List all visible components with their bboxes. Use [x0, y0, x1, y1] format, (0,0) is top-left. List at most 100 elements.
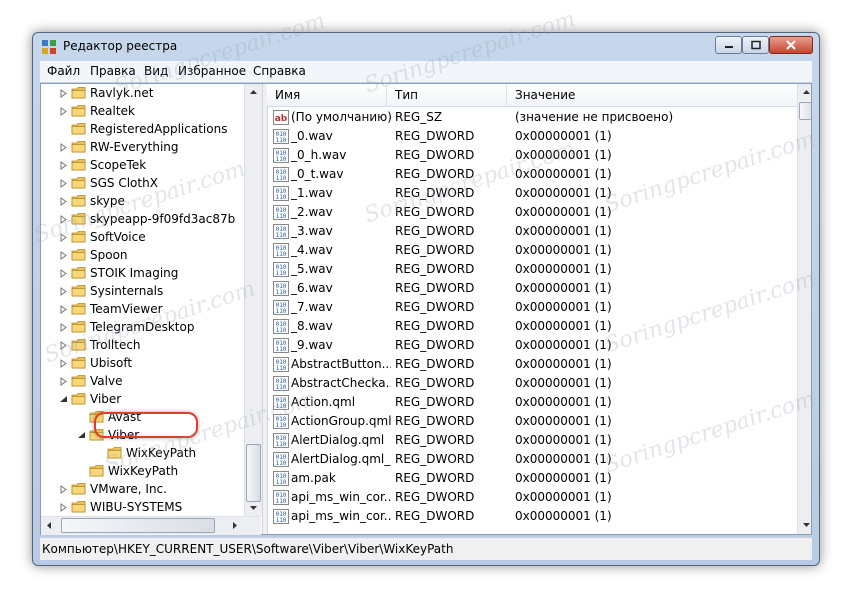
close-button[interactable]: [769, 36, 813, 54]
tree-horizontal-scrollbar[interactable]: [41, 516, 261, 535]
expand-arrow-right-icon[interactable]: [59, 269, 68, 278]
expand-arrow-right-icon[interactable]: [59, 287, 68, 296]
expand-arrow-down-icon[interactable]: [77, 431, 86, 440]
tree-horizontal-scroll-thumb[interactable]: [61, 518, 215, 533]
tree-item[interactable]: WixKeyPath: [41, 445, 246, 463]
column-header-name[interactable]: Имя: [267, 84, 387, 106]
expand-arrow-right-icon[interactable]: [59, 503, 68, 512]
value-row[interactable]: 010 110 AbstractButton.... REG_DWORD 0x00000…: [267, 355, 797, 374]
title-bar[interactable]: Редактор реестра: [33, 33, 819, 61]
tree-item[interactable]: SGS ClothX: [41, 175, 246, 193]
tree-item[interactable]: skypeapp-9f09fd3ac87b: [41, 211, 246, 229]
scroll-right-icon[interactable]: [226, 517, 243, 534]
value-row[interactable]: 010 110 AlertDialog.qml REG_DWORD 0x00000001…: [267, 431, 797, 450]
tree-item[interactable]: Sysinternals: [41, 283, 246, 301]
minimize-button[interactable]: [715, 36, 742, 54]
expand-arrow-right-icon[interactable]: [59, 215, 68, 224]
expand-arrow-right-icon[interactable]: [59, 341, 68, 350]
menu-view[interactable]: Вид: [144, 64, 168, 78]
client-area: Ravlyk.net Realtek RegisteredApplications R…: [40, 83, 812, 535]
values-vertical-scrollbar[interactable]: [797, 84, 811, 534]
tree-item[interactable]: Ubisoft: [41, 355, 246, 373]
value-row[interactable]: 010 110 am.pak REG_DWORD 0x00000001 (1): [267, 469, 797, 488]
tree-item[interactable]: Ravlyk.net: [41, 85, 246, 103]
expand-arrow-right-icon[interactable]: [59, 485, 68, 494]
tree-item[interactable]: skype: [41, 193, 246, 211]
expand-arrow-right-icon[interactable]: [59, 233, 68, 242]
expand-arrow-right-icon[interactable]: [59, 179, 68, 188]
value-row[interactable]: 010 110 _4.wav REG_DWORD 0x00000001 (1): [267, 241, 797, 260]
tree-item[interactable]: TelegramDesktop: [41, 319, 246, 337]
expand-arrow-right-icon[interactable]: [59, 305, 68, 314]
value-row[interactable]: 010 110 _0_t.wav REG_DWORD 0x00000001 (1): [267, 165, 797, 184]
menu-file[interactable]: Файл: [47, 64, 80, 78]
expand-arrow-down-icon[interactable]: [59, 395, 68, 404]
value-name: AbstractCheckа...: [291, 376, 391, 390]
tree-item[interactable]: Trolltech: [41, 337, 246, 355]
expand-arrow-right-icon[interactable]: [59, 161, 68, 170]
svg-text:110: 110: [276, 498, 287, 505]
tree-item[interactable]: SoftVoice: [41, 229, 246, 247]
value-row[interactable]: 010 110 api_ms_win_cor... REG_DWORD 0x000000…: [267, 507, 797, 526]
column-header-type[interactable]: Тип: [387, 84, 507, 106]
svg-text:110: 110: [276, 441, 287, 448]
expand-arrow-right-icon[interactable]: [59, 251, 68, 260]
expand-arrow-right-icon[interactable]: [59, 323, 68, 332]
value-row[interactable]: 010 110 _9.wav REG_DWORD 0x00000001 (1): [267, 336, 797, 355]
tree-item[interactable]: Spoon: [41, 247, 246, 265]
expand-arrow-right-icon[interactable]: [59, 377, 68, 386]
registry-key-tree[interactable]: Ravlyk.net Realtek RegisteredApplications R…: [41, 84, 262, 534]
value-row[interactable]: 010 110 api_ms_win_cor... REG_DWORD 0x000000…: [267, 488, 797, 507]
expand-arrow-right-icon[interactable]: [59, 107, 68, 116]
value-row[interactable]: 010 110 _1.wav REG_DWORD 0x00000001 (1): [267, 184, 797, 203]
tree-item[interactable]: STOIK Imaging: [41, 265, 246, 283]
scroll-up-icon[interactable]: [798, 84, 811, 101]
scroll-down-icon[interactable]: [798, 516, 811, 533]
value-data: 0x00000001 (1): [515, 224, 612, 238]
folder-icon: [71, 321, 86, 333]
value-data: 0x00000001 (1): [515, 376, 612, 390]
tree-item[interactable]: RegisteredApplications: [41, 121, 246, 139]
tree-vertical-scroll-thumb[interactable]: [246, 444, 261, 502]
tree-vertical-scrollbar[interactable]: [244, 84, 262, 516]
tree-item[interactable]: Realtek: [41, 103, 246, 121]
value-row[interactable]: 010 110 _0.wav REG_DWORD 0x00000001 (1): [267, 127, 797, 146]
tree-item[interactable]: VMware, Inc.: [41, 481, 246, 499]
tree-item[interactable]: RW-Everything: [41, 139, 246, 157]
value-row[interactable]: 010 110 AbstractCheckа... REG_DWORD 0x000000…: [267, 374, 797, 393]
tree-item[interactable]: Viber: [41, 391, 246, 409]
value-row[interactable]: 010 110 ActionGroup.qml REG_DWORD 0x00000001…: [267, 412, 797, 431]
values-vertical-scroll-thumb[interactable]: [799, 102, 811, 120]
value-type: REG_DWORD: [395, 148, 475, 162]
value-row[interactable]: 010 110 _6.wav REG_DWORD 0x00000001 (1): [267, 279, 797, 298]
menu-edit[interactable]: Правка: [90, 64, 136, 78]
value-row[interactable]: 010 110 _2.wav REG_DWORD 0x00000001 (1): [267, 203, 797, 222]
menu-help[interactable]: Справка: [253, 64, 306, 78]
tree-item[interactable]: WIBU-SYSTEMS: [41, 499, 246, 517]
expand-arrow-right-icon[interactable]: [59, 197, 68, 206]
expand-arrow-right-icon[interactable]: [59, 143, 68, 152]
tree-item[interactable]: TeamViewer: [41, 301, 246, 319]
value-row[interactable]: 010 110 AlertDialog.qml_1 REG_DWORD 0x000000…: [267, 450, 797, 469]
tree-item[interactable]: Valve: [41, 373, 246, 391]
value-row[interactable]: 010 110 _8.wav REG_DWORD 0x00000001 (1): [267, 317, 797, 336]
value-type: REG_DWORD: [395, 243, 475, 257]
maximize-button[interactable]: [742, 36, 769, 54]
value-row[interactable]: 010 110 _5.wav REG_DWORD 0x00000001 (1): [267, 260, 797, 279]
scroll-left-icon[interactable]: [41, 517, 58, 534]
tree-item[interactable]: ScopeTek: [41, 157, 246, 175]
value-row[interactable]: 010 110 Action.qml REG_DWORD 0x00000001 (1): [267, 393, 797, 412]
scroll-down-icon[interactable]: [245, 499, 262, 516]
scroll-up-icon[interactable]: [245, 84, 262, 101]
tree-item[interactable]: WixKeyPath: [41, 463, 246, 481]
binary-value-icon: 010110: [273, 281, 289, 296]
expand-arrow-right-icon[interactable]: [59, 359, 68, 368]
value-row[interactable]: 010 110 _7.wav REG_DWORD 0x00000001 (1): [267, 298, 797, 317]
value-row[interactable]: 010 110 _3.wav REG_DWORD 0x00000001 (1): [267, 222, 797, 241]
column-header-data[interactable]: Значение: [507, 84, 797, 106]
expand-arrow-right-icon[interactable]: [59, 89, 68, 98]
value-row[interactable]: 010 110 _0_h.wav REG_DWORD 0x00000001 (1): [267, 146, 797, 165]
value-row[interactable]: ab (По умолчанию) REG_SZ (значение не присв…: [267, 108, 797, 127]
menu-favorites[interactable]: Избранное: [178, 64, 246, 78]
registry-values-list[interactable]: Имя Тип Значение ab (По умолчанию) REG_SZ (…: [267, 84, 811, 534]
